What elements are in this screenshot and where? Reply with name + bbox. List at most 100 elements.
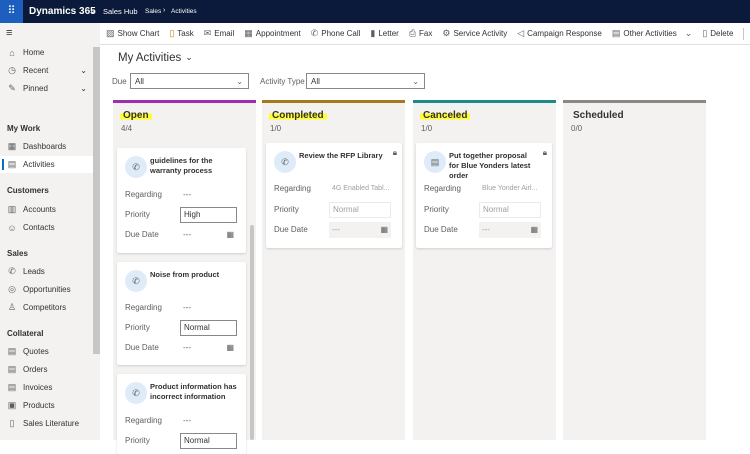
regarding-value: --- <box>183 416 191 425</box>
task-button[interactable]: ▯ Task <box>169 28 193 39</box>
sidebar-item-leads[interactable]: ✆ Leads <box>0 263 93 280</box>
letter-button[interactable]: ▮ Letter <box>370 28 398 39</box>
chevron-down-icon: ⌄ <box>236 76 243 86</box>
activity-type-label: Activity Type <box>260 77 305 86</box>
calendar-icon[interactable]: ▦ <box>226 343 234 352</box>
sidebar-item-quotes[interactable]: ▤ Quotes <box>0 343 93 360</box>
box-icon: ▣ <box>7 400 17 410</box>
campaign-response-button[interactable]: ◁ Campaign Response <box>517 28 602 39</box>
person-icon: ♙ <box>7 302 17 312</box>
area-name[interactable]: Sales Hub <box>103 7 138 16</box>
priority-field[interactable]: High <box>180 206 237 223</box>
column-open: Open 4/4 ✆ guidelines for the warranty p… <box>113 100 256 454</box>
activity-card[interactable]: ✆ guidelines for the warranty process Re… <box>117 148 246 253</box>
column-count: 1/0 <box>421 124 433 133</box>
email-button[interactable]: ✉ Email <box>204 28 235 39</box>
sidebar-item-opportunities[interactable]: ◎ Opportunities <box>0 281 93 298</box>
delete-button[interactable]: ▯ Delete <box>702 28 733 39</box>
sidebar-item-label: Invoices <box>23 383 53 392</box>
column-title: Open <box>120 110 152 121</box>
breadcrumb-sales[interactable]: Sales <box>145 8 161 15</box>
app-launcher-icon[interactable]: ⠿ <box>0 0 23 23</box>
sidebar-item-label: Competitors <box>23 303 67 312</box>
card-title[interactable]: Put together proposal for Blue Yonders l… <box>449 151 537 181</box>
show-chart-button[interactable]: ▨ Show Chart <box>106 28 159 39</box>
sidebar-item-label: Accounts <box>23 205 56 214</box>
sidebar-item-products[interactable]: ▣ Products <box>0 397 93 414</box>
due-date-field[interactable]: --- ▦ <box>180 227 237 243</box>
column-count: 4/4 <box>121 124 133 133</box>
card-title[interactable]: Review the RFP Library <box>299 151 387 161</box>
chart-icon: ▨ <box>106 28 115 38</box>
other-activities-button[interactable]: ▤ Other Activities ⌄ <box>612 28 692 39</box>
priority-field[interactable]: Normal <box>180 432 237 449</box>
priority-field[interactable]: Normal <box>180 319 237 336</box>
sidebar-item-label: Dashboards <box>23 142 67 151</box>
fax-button[interactable]: ⎙ Fax <box>409 28 433 39</box>
field-label: Due Date <box>125 343 159 352</box>
due-label: Due <box>112 77 127 86</box>
hamburger-icon[interactable]: ≡ <box>6 27 12 39</box>
opportunity-icon: ◎ <box>8 284 16 294</box>
sidebar-scrollbar[interactable] <box>93 47 100 354</box>
due-date-field[interactable]: --- ▦ <box>180 340 237 356</box>
activities-icon: ▤ <box>7 159 17 169</box>
service-icon: ⚙ <box>442 28 451 38</box>
breadcrumb-activities[interactable]: Activities <box>171 8 197 15</box>
activity-card[interactable]: ▤ Put together proposal for Blue Yonders… <box>416 143 552 248</box>
building-icon: ▥ <box>7 204 17 214</box>
activity-type-select[interactable]: All ⌄ <box>306 73 425 89</box>
activity-card[interactable]: ✆ Noise from product Regarding --- Priori… <box>117 262 246 365</box>
sidebar-item-pinned[interactable]: ✎ Pinned ⌄ <box>0 80 93 97</box>
top-bar: ⠿ Dynamics 365 ⌄ Sales Hub Sales › Activ… <box>0 0 750 23</box>
field-label: Priority <box>125 210 150 219</box>
column-scrollbar[interactable] <box>250 225 254 440</box>
group-heading: Customers <box>7 186 49 195</box>
sidebar-item-competitors[interactable]: ♙ Competitors <box>0 299 93 316</box>
due-filter-select[interactable]: All ⌄ <box>130 73 249 89</box>
sidebar-item-activities[interactable]: ▤ Activities <box>0 156 93 173</box>
service-activity-button[interactable]: ⚙ Service Activity <box>442 28 507 39</box>
fax-icon: ⎙ <box>408 28 417 38</box>
group-heading: Sales <box>7 249 28 258</box>
app-name[interactable]: Dynamics 365 <box>29 6 96 17</box>
page-title: My Activities <box>118 52 182 64</box>
phone-icon: ✆ <box>274 151 296 173</box>
sidebar-item-orders[interactable]: ▤ Orders <box>0 361 93 378</box>
phone-icon: ✆ <box>310 28 319 38</box>
sidebar-item-label: Opportunities <box>23 285 71 294</box>
sidebar-item-accounts[interactable]: ▥ Accounts <box>0 201 93 218</box>
sidebar-item-sales-literature[interactable]: ▯ Sales Literature <box>0 415 93 432</box>
card-title[interactable]: Product information has incorrect inform… <box>150 382 238 402</box>
button-label: Delete <box>710 29 734 38</box>
select-value: All <box>311 76 320 86</box>
phone-icon: ✆ <box>8 266 16 276</box>
card-title[interactable]: guidelines for the warranty process <box>150 156 238 176</box>
chevron-down-icon[interactable]: ⌄ <box>89 5 97 16</box>
calendar-icon[interactable]: ▦ <box>226 230 234 239</box>
regarding-value: --- <box>183 303 191 312</box>
sidebar-item-recent[interactable]: ◷ Recent ⌄ <box>0 62 93 79</box>
field-label: Due Date <box>274 225 308 234</box>
column-color-bar <box>113 100 256 103</box>
activity-card[interactable]: ✆ Product information has incorrect info… <box>117 374 246 454</box>
sidebar-item-invoices[interactable]: ▤ Invoices <box>0 379 93 396</box>
regarding-value: --- <box>183 190 191 199</box>
sidebar-item-contacts[interactable]: ☺ Contacts <box>0 219 93 236</box>
field-label: Due Date <box>424 225 458 234</box>
button-label: Campaign Response <box>527 29 602 38</box>
phone-call-button[interactable]: ✆ Phone Call <box>311 28 361 39</box>
sidebar-item-home[interactable]: ⌂ Home <box>0 44 93 61</box>
activity-card[interactable]: ✆ Review the RFP Library 🔒︎ Regarding 4G … <box>266 143 402 248</box>
appointment-button[interactable]: ▦ Appointment <box>244 28 300 39</box>
sidebar-item-label: Orders <box>23 365 48 374</box>
field-label: Priority <box>424 205 449 214</box>
book-icon: ▯ <box>9 418 15 428</box>
button-label: Appointment <box>255 29 301 38</box>
view-selector[interactable]: My Activities ⌄ <box>118 52 193 64</box>
card-title[interactable]: Noise from product <box>150 270 238 280</box>
document-icon: ▤ <box>7 364 17 374</box>
sidebar-item-dashboards[interactable]: ▦ Dashboards <box>0 138 93 155</box>
column-count: 0/0 <box>571 124 583 133</box>
column-completed: Completed 1/0 ✆ Review the RFP Library 🔒… <box>262 100 405 440</box>
